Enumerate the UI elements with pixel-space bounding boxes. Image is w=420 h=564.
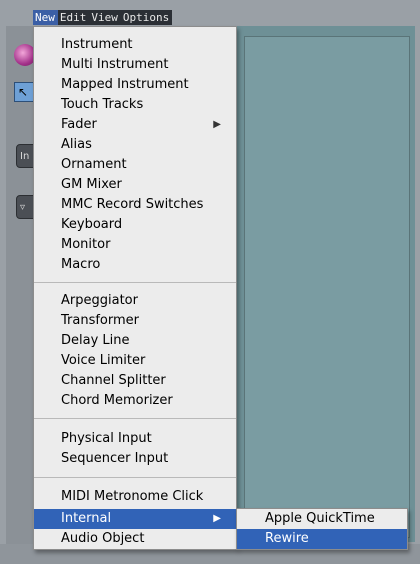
submenu-arrow-icon: ▶ xyxy=(213,513,221,524)
menu-item-ornament[interactable]: Ornament xyxy=(34,155,236,175)
menu-separator xyxy=(34,282,236,283)
menu-item-internal[interactable]: Internal ▶ xyxy=(34,509,236,529)
menu-item-fader-label: Fader xyxy=(61,117,97,132)
menu-item-touch-tracks[interactable]: Touch Tracks xyxy=(34,95,236,115)
menu-item-alias[interactable]: Alias xyxy=(34,135,236,155)
menu-item-instrument[interactable]: Instrument xyxy=(34,35,236,55)
menu-item-keyboard[interactable]: Keyboard xyxy=(34,215,236,235)
menu-item-chord-memorizer[interactable]: Chord Memorizer xyxy=(34,391,236,411)
menu-item-delay-line[interactable]: Delay Line xyxy=(34,331,236,351)
menu-item-sequencer-input[interactable]: Sequencer Input xyxy=(34,449,236,469)
menu-item-internal-label: Internal xyxy=(61,511,112,526)
menu-separator xyxy=(34,477,236,478)
menu-item-monitor[interactable]: Monitor xyxy=(34,235,236,255)
menu-item-mapped-instrument[interactable]: Mapped Instrument xyxy=(34,75,236,95)
menu-item-multi-instrument[interactable]: Multi Instrument xyxy=(34,55,236,75)
environment-layer[interactable] xyxy=(244,36,410,538)
menu-view[interactable]: View xyxy=(89,10,121,25)
menu-separator xyxy=(34,418,236,419)
pointer-tool-icon[interactable]: ↖ xyxy=(14,82,34,102)
menu-item-transformer[interactable]: Transformer xyxy=(34,311,236,331)
menu-item-arpeggiator[interactable]: Arpeggiator xyxy=(34,291,236,311)
submenu-item-apple-quicktime[interactable]: Apple QuickTime xyxy=(237,509,407,529)
menu-bar: New Edit View Options xyxy=(33,10,173,25)
menu-item-channel-splitter[interactable]: Channel Splitter xyxy=(34,371,236,391)
menu-item-voice-limiter[interactable]: Voice Limiter xyxy=(34,351,236,371)
submenu-item-rewire[interactable]: Rewire xyxy=(237,529,407,549)
menu-item-physical-input[interactable]: Physical Input xyxy=(34,429,236,449)
menu-options[interactable]: Options xyxy=(121,10,172,25)
submenu-arrow-icon: ▶ xyxy=(213,119,221,130)
menu-item-macro[interactable]: Macro xyxy=(34,255,236,275)
menu-item-mmc-record-switches[interactable]: MMC Record Switches xyxy=(34,195,236,215)
menu-item-audio-object[interactable]: Audio Object xyxy=(34,529,236,549)
menu-item-gm-mixer[interactable]: GM Mixer xyxy=(34,175,236,195)
internal-submenu: Apple QuickTime Rewire xyxy=(236,508,408,550)
menu-new[interactable]: New xyxy=(33,10,58,25)
menu-item-midi-metronome-click[interactable]: MIDI Metronome Click xyxy=(34,487,236,507)
menu-item-fader[interactable]: Fader ▶ xyxy=(34,115,236,135)
menu-edit[interactable]: Edit xyxy=(58,10,90,25)
new-menu-dropdown: Instrument Multi Instrument Mapped Instr… xyxy=(33,26,237,550)
